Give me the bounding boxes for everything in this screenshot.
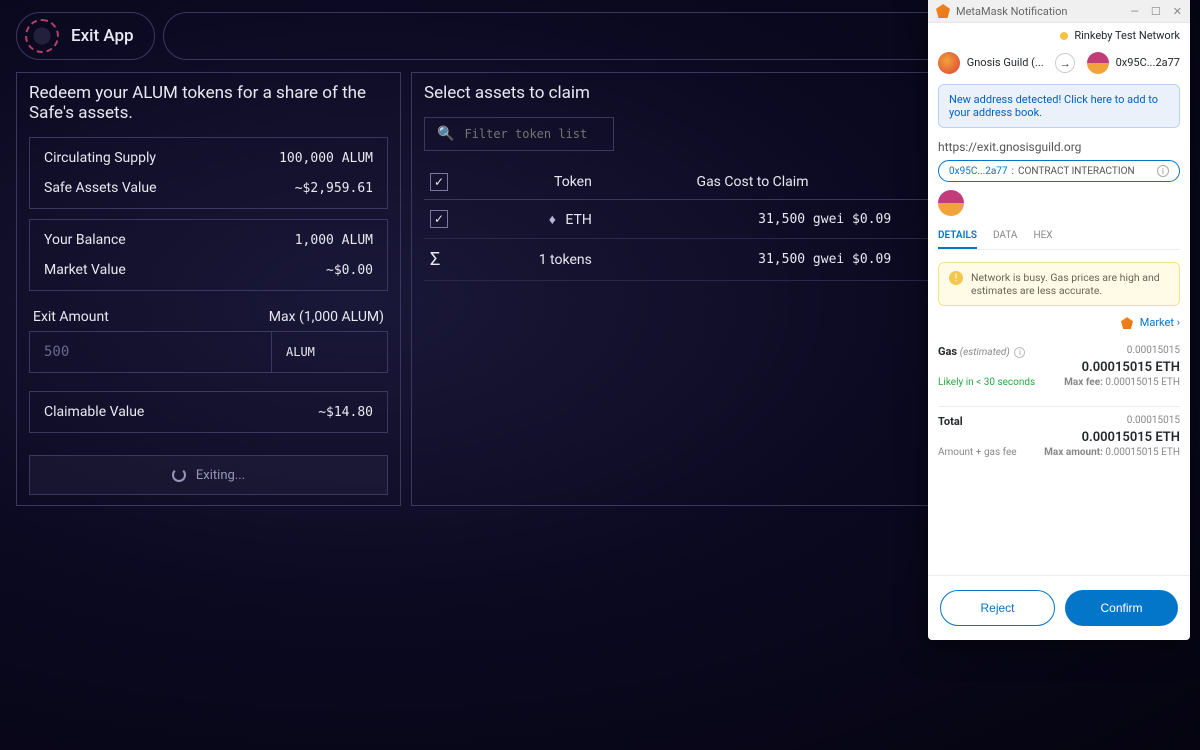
maxfee-label: Max fee:	[1064, 377, 1103, 388]
maxamt-value: 0.00015015 ETH	[1105, 447, 1180, 458]
window-maximize-icon[interactable]: ☐	[1151, 5, 1161, 18]
warning-text: Network is busy. Gas prices are high and…	[971, 271, 1169, 297]
mm-info-banner[interactable]: New address detected! Click here to add …	[938, 84, 1180, 128]
sum-gas: 31,500 gwei $0.09	[608, 239, 897, 281]
search-icon: 🔍	[437, 126, 454, 142]
contract-label: CONTRACT INTERACTION	[1018, 166, 1135, 177]
balance-value: 1,000 ALUM	[295, 233, 373, 248]
from-name: Gnosis Guild (...	[967, 56, 1044, 69]
exit-app-brand[interactable]: Exit App	[16, 12, 155, 60]
market-label: Market Value	[44, 262, 126, 278]
info-icon[interactable]: i	[1157, 165, 1169, 177]
from-avatar-icon	[938, 52, 960, 74]
eth-icon: ♦	[549, 212, 556, 228]
contract-address: 0x95C...2a77	[949, 166, 1008, 177]
mm-actions: Reject Confirm	[928, 575, 1190, 640]
exit-amount-input[interactable]	[30, 332, 271, 372]
market-value: ~$0.00	[326, 263, 373, 278]
select-all-checkbox[interactable]: ✓	[430, 173, 448, 191]
mm-window-title: MetaMask Notification	[956, 5, 1067, 18]
gas-label: Gas	[938, 345, 957, 358]
mm-accounts: Gnosis Guild (... → 0x95C...2a77	[928, 48, 1190, 84]
confirm-button[interactable]: Confirm	[1065, 590, 1178, 626]
mm-titlebar: MetaMask Notification — ☐ ✕	[928, 0, 1190, 23]
circ-supply-value: 100,000 ALUM	[279, 151, 373, 166]
exit-amount-input-wrap: ALUM	[29, 331, 388, 373]
fox-small-icon	[1121, 317, 1133, 329]
maxamt-label: Max amount:	[1044, 447, 1103, 458]
market-link[interactable]: Market ›	[938, 316, 1180, 329]
tab-details[interactable]: DETAILS	[938, 224, 977, 249]
balance-box: Your Balance 1,000 ALUM Market Value ~$0…	[29, 219, 388, 291]
exit-amount-max[interactable]: Max (1,000 ALUM)	[269, 309, 384, 325]
metamask-popup: MetaMask Notification — ☐ ✕ Rinkeby Test…	[928, 0, 1190, 640]
safe-assets-value: ~$2,959.61	[295, 181, 373, 196]
redeem-panel: Redeem your ALUM tokens for a share of t…	[16, 72, 401, 506]
col-token[interactable]: Token	[458, 165, 608, 200]
total-label: Total	[938, 415, 963, 428]
app-title: Exit App	[71, 26, 134, 46]
contract-avatar-icon	[938, 190, 964, 216]
arrow-right-icon: →	[1055, 53, 1075, 73]
exit-amount-label: Exit Amount	[33, 309, 109, 325]
to-address: 0x95C...2a77	[1116, 56, 1180, 69]
to-avatar-icon	[1087, 52, 1109, 74]
gas-estimated: (estimated)	[960, 347, 1010, 358]
col-gas[interactable]: Gas Cost to Claim	[608, 165, 897, 200]
filter-input[interactable]	[464, 127, 617, 141]
total-big: 0.00015015 ETH	[1082, 430, 1180, 445]
gas-likely: Likely in < 30 seconds	[938, 377, 1035, 388]
window-close-icon[interactable]: ✕	[1173, 5, 1182, 18]
exit-amount-unit: ALUM	[271, 332, 387, 372]
mm-contract-pill[interactable]: 0x95C...2a77 : CONTRACT INTERACTION i	[938, 160, 1180, 182]
reject-button[interactable]: Reject	[940, 590, 1055, 626]
total-sub: Amount + gas fee	[938, 447, 1017, 458]
token-symbol: ETH	[565, 212, 591, 228]
chevron-right-icon: ›	[1177, 316, 1180, 329]
claimable-label: Claimable Value	[44, 404, 144, 420]
gas-section: Gas (estimated) i 0.00015015 0.00015015 …	[938, 337, 1180, 398]
filter-box: 🔍	[424, 117, 614, 151]
mm-origin-url: https://exit.gnosisguild.org	[938, 140, 1180, 154]
exit-button-label: Exiting...	[196, 468, 245, 483]
warning-icon: !	[949, 271, 963, 285]
exit-button[interactable]: Exiting...	[29, 455, 388, 495]
window-minimize-icon[interactable]: —	[1130, 5, 1139, 18]
total-small: 0.00015015	[1127, 415, 1180, 428]
total-section: Total 0.00015015 0.00015015 ETH Amount +…	[938, 406, 1180, 468]
redeem-title: Redeem your ALUM tokens for a share of t…	[29, 83, 388, 123]
gas-amount-small: 0.00015015	[1127, 345, 1180, 358]
supply-box: Circulating Supply 100,000 ALUM Safe Ass…	[29, 137, 388, 209]
maxfee-value: 0.00015015 ETH	[1105, 377, 1180, 388]
app-logo-icon	[25, 19, 59, 53]
mm-network[interactable]: Rinkeby Test Network	[928, 23, 1190, 48]
info-icon[interactable]: i	[1014, 347, 1025, 358]
tab-data[interactable]: DATA	[993, 224, 1017, 249]
gas-value: 31,500 gwei $0.09	[608, 200, 897, 239]
mm-tabs: DETAILS DATA HEX	[938, 224, 1180, 250]
spinner-icon	[172, 468, 186, 482]
circ-supply-label: Circulating Supply	[44, 150, 156, 166]
network-dot-icon	[1060, 32, 1068, 40]
balance-label: Your Balance	[44, 232, 126, 248]
row-checkbox[interactable]: ✓	[430, 210, 448, 228]
tab-hex[interactable]: HEX	[1033, 224, 1052, 249]
claimable-value: ~$14.80	[318, 405, 373, 420]
metamask-fox-icon	[936, 4, 950, 18]
gas-amount-big: 0.00015015 ETH	[1082, 360, 1180, 375]
mm-warning: ! Network is busy. Gas prices are high a…	[938, 262, 1180, 306]
sum-tokens: 1 tokens	[458, 239, 608, 281]
sigma-icon: Σ	[430, 249, 440, 270]
safe-assets-label: Safe Assets Value	[44, 180, 157, 196]
claimable-box: Claimable Value ~$14.80	[29, 391, 388, 433]
